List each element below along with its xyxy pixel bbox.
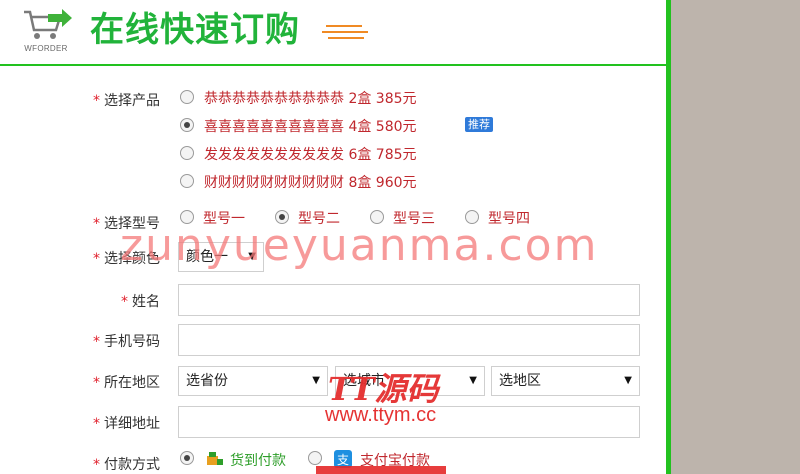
product-option-label: 财财财财财财财财财财 8盒 960元 — [204, 175, 417, 191]
phone-input[interactable] — [178, 324, 640, 356]
product-radio[interactable] — [180, 174, 194, 188]
shopping-cart-icon — [24, 9, 72, 39]
logo-text: WFORDER — [24, 44, 68, 53]
watermark-url: www.ttym.cc — [325, 404, 437, 426]
product-label: * 选择产品 — [93, 93, 160, 109]
delivery-icon — [207, 452, 223, 465]
header: WFORDER 在线快速订购 — [0, 0, 666, 66]
region-label: * 所在地区 — [93, 375, 160, 391]
product-radio[interactable] — [180, 90, 194, 104]
payment-label: * 付款方式 — [93, 457, 160, 473]
watermark-strip — [316, 466, 446, 474]
payment-option-cod: 货到付款 — [230, 453, 286, 469]
logo: WFORDER — [18, 6, 74, 56]
name-label: * 姓名 — [121, 294, 160, 310]
payment-radio-cod[interactable] — [180, 451, 194, 465]
name-input[interactable] — [178, 284, 640, 316]
phone-label: * 手机号码 — [93, 334, 160, 350]
product-option-label: 发发发发发发发发发发 6盒 785元 — [204, 147, 417, 163]
product-option-label: 恭恭恭恭恭恭恭恭恭恭 2盒 385元 — [204, 91, 417, 107]
product-radio[interactable] — [180, 118, 194, 132]
chevron-down-icon: ▼ — [312, 375, 320, 386]
title-decoration — [322, 25, 368, 41]
address-label: * 详细地址 — [93, 416, 160, 432]
district-select-value: 选地区 — [499, 373, 541, 389]
province-select[interactable]: 选省份 ▼ — [178, 366, 328, 396]
chevron-down-icon: ▼ — [624, 375, 632, 386]
province-select-value: 选省份 — [186, 373, 228, 389]
page-title: 在线快速订购 — [90, 10, 300, 50]
watermark-domain: zunyueyuanma.com — [120, 220, 599, 271]
district-select[interactable]: 选地区 ▼ — [491, 366, 640, 396]
required-mark: * — [93, 93, 100, 109]
payment-radio-alipay[interactable] — [308, 451, 322, 465]
product-option-label: 喜喜喜喜喜喜喜喜喜喜 4盒 580元 — [204, 119, 417, 135]
product-radio[interactable] — [180, 146, 194, 160]
recommended-badge: 推荐 — [465, 117, 493, 132]
svg-text:支: 支 — [337, 453, 349, 467]
chevron-down-icon: ▼ — [469, 375, 477, 386]
accent-border — [666, 0, 671, 474]
